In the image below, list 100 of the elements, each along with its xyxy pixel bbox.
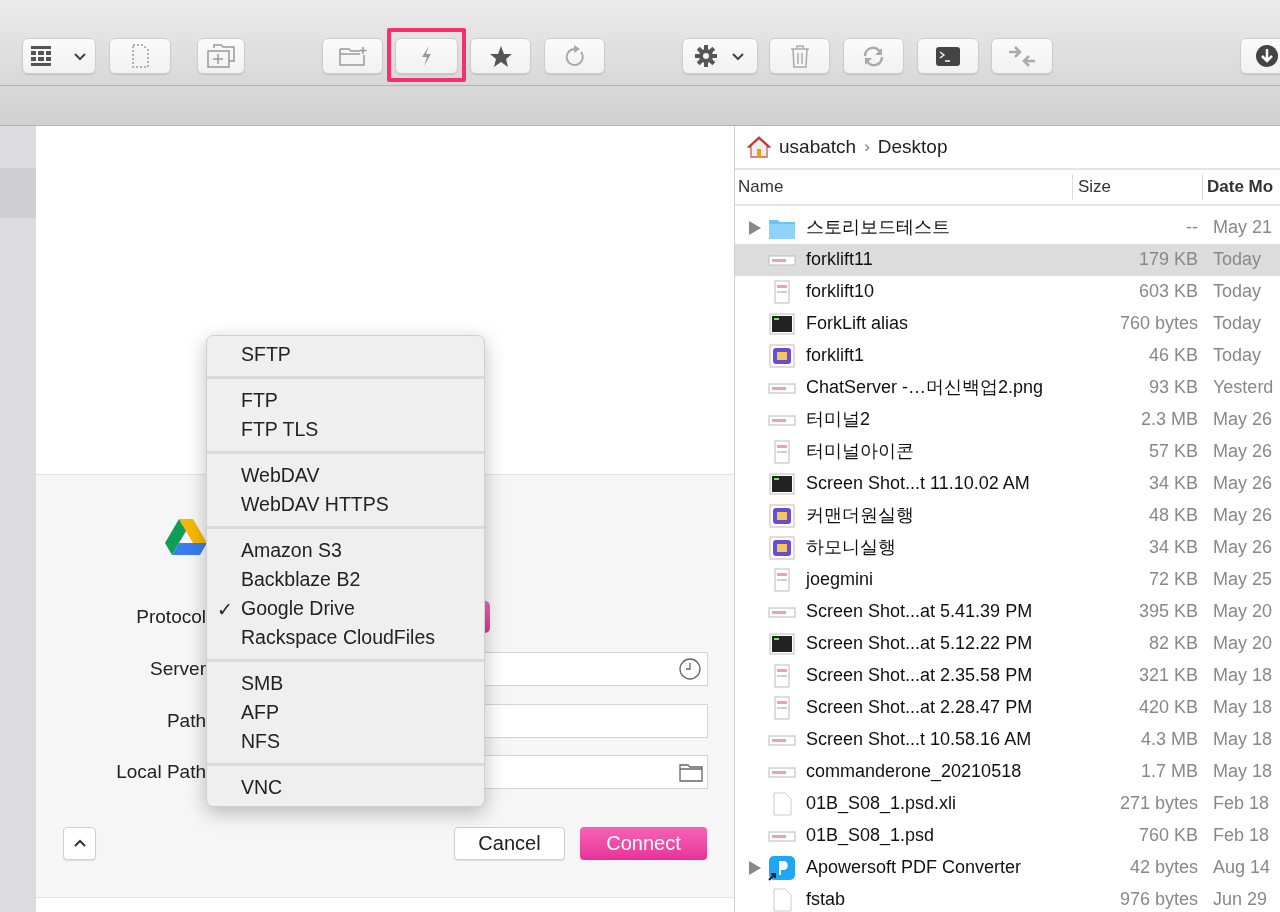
file-date: May 18 — [1213, 760, 1273, 784]
file-date: May 26 — [1213, 472, 1273, 496]
file-date: Today — [1213, 344, 1262, 368]
menu-item[interactable]: FTP TLS — [207, 415, 484, 444]
file-name: Screen Shot...at 2.28.47 PM — [806, 696, 1034, 720]
file-size: 93 KB — [1147, 376, 1198, 400]
menu-item[interactable]: NFS — [207, 727, 484, 756]
menu-item[interactable]: Amazon S3 — [207, 536, 484, 565]
file-size: 760 KB — [1137, 824, 1198, 848]
menu-item[interactable]: Rackspace CloudFiles — [207, 623, 484, 652]
terminal-icon — [936, 46, 960, 66]
file-row[interactable]: forklift11 179 KB Today — [735, 243, 1280, 276]
file-size: 34 KB — [1147, 536, 1198, 560]
drive-logo-icon — [165, 519, 207, 555]
gear-icon — [695, 45, 717, 67]
file-name: Screen Shot...at 5.12.22 PM — [806, 632, 1034, 656]
list-view-icon — [31, 46, 51, 66]
sync-icon — [862, 44, 885, 68]
file-date: May 26 — [1213, 504, 1273, 528]
file-date: Aug 14 — [1213, 856, 1271, 880]
menu-item[interactable]: FTP — [207, 386, 484, 415]
file-name: Screen Shot...t 11.10.02 AM — [806, 472, 1031, 496]
app-icon — [768, 343, 796, 368]
menu-item[interactable]: SFTP — [207, 340, 484, 369]
file-date: Today — [1213, 248, 1262, 272]
file-name: joegmini — [806, 568, 875, 592]
file-date: Feb 18 — [1213, 824, 1270, 848]
file-date: May 25 — [1213, 568, 1273, 592]
file-name: 하모니실행 — [806, 536, 897, 560]
compare-arrows-icon — [1009, 45, 1035, 67]
file-date: May 18 — [1213, 728, 1273, 752]
breadcrumb-separator: › — [864, 136, 870, 159]
file-name: 01B_S08_1.psd.xli — [806, 792, 958, 816]
file-date: May 18 — [1213, 696, 1273, 720]
breadcrumb-item[interactable]: Desktop — [877, 132, 948, 162]
menu-item[interactable]: Backblaze B2 — [207, 565, 484, 594]
column-header[interactable]: Name — [735, 173, 1072, 200]
clock-icon — [679, 658, 701, 680]
file-name: Screen Shot...t 10.58.16 AM — [806, 728, 1033, 752]
menu-item[interactable]: Google Drive ✓ — [207, 594, 484, 623]
file-size: 57 KB — [1147, 440, 1198, 464]
file-name: 스토리보드테스트 — [806, 216, 951, 240]
file-name: Screen Shot...at 5.41.39 PM — [806, 600, 1034, 624]
file-date: Today — [1213, 312, 1262, 336]
collapse-button[interactable] — [63, 826, 96, 860]
file-size: 321 KB — [1137, 664, 1198, 688]
file-size: 1.7 MB — [1139, 760, 1198, 784]
file-date: May 21 — [1213, 216, 1273, 240]
column-header[interactable]: Date Mo — [1202, 173, 1280, 200]
file-name: 터미널2 — [806, 408, 871, 432]
file-size: 179 KB — [1137, 248, 1198, 272]
menu-item[interactable]: WebDAV — [207, 461, 484, 490]
file-name: ForkLift alias — [806, 312, 910, 336]
chevron-up-icon — [73, 838, 86, 848]
file-name: forklift1 — [806, 344, 866, 368]
file-name: Apowersoft PDF Converter — [806, 856, 1023, 880]
lightning-icon — [420, 45, 433, 67]
file-size: 48 KB — [1147, 504, 1198, 528]
file-size: 2.3 MB — [1139, 408, 1198, 432]
dotted-file-icon — [130, 44, 150, 68]
chevron-down-icon — [731, 51, 745, 61]
menu-item[interactable]: SMB — [207, 669, 484, 698]
toolbar-button[interactable] — [470, 38, 531, 74]
field-label: Local Path — [115, 759, 206, 784]
file-date: May 20 — [1213, 632, 1273, 656]
star-icon — [488, 44, 513, 68]
menu-item[interactable]: WebDAV HTTPS — [207, 490, 484, 519]
file-name: Screen Shot...at 2.35.58 PM — [806, 664, 1034, 688]
file-size: 976 bytes — [1118, 888, 1198, 912]
file-date: Jun 29 — [1213, 888, 1268, 912]
file-name: commanderone_20210518 — [806, 760, 1023, 784]
column-header[interactable]: Size — [1072, 173, 1202, 200]
file-size: 82 KB — [1147, 632, 1198, 656]
folder-plus-icon — [207, 44, 235, 68]
file-name: ChatServer -…머신백업2.png — [806, 376, 1045, 400]
file-name: forklift11 — [806, 248, 874, 272]
download-icon — [1255, 44, 1279, 68]
file-size: 46 KB — [1147, 344, 1198, 368]
dark-image-icon — [768, 471, 796, 496]
menu-item[interactable]: AFP — [207, 698, 484, 727]
app-icon — [768, 535, 796, 560]
file-size: 603 KB — [1137, 280, 1198, 304]
file-size: 420 KB — [1137, 696, 1198, 720]
new-folder-icon — [338, 45, 367, 67]
file-size: 271 bytes — [1118, 792, 1198, 816]
toolbar-button[interactable] — [682, 38, 758, 74]
toolbar-button[interactable] — [917, 38, 979, 74]
field-label: Path — [165, 708, 206, 733]
field-label: Protocol — [135, 604, 206, 629]
file-date: May 26 — [1213, 440, 1273, 464]
cancel-button[interactable]: Cancel — [454, 826, 565, 860]
breadcrumb-item[interactable]: usabatch — [779, 132, 857, 162]
home-icon — [747, 135, 771, 158]
file-name: fstab — [806, 888, 847, 912]
file-size: 34 KB — [1147, 472, 1198, 496]
alias-app-icon — [768, 854, 796, 881]
file-date: May 26 — [1213, 536, 1273, 560]
toolbar-button[interactable] — [22, 38, 96, 74]
file-size: 72 KB — [1147, 568, 1198, 592]
menu-item[interactable]: VNC — [207, 773, 484, 802]
